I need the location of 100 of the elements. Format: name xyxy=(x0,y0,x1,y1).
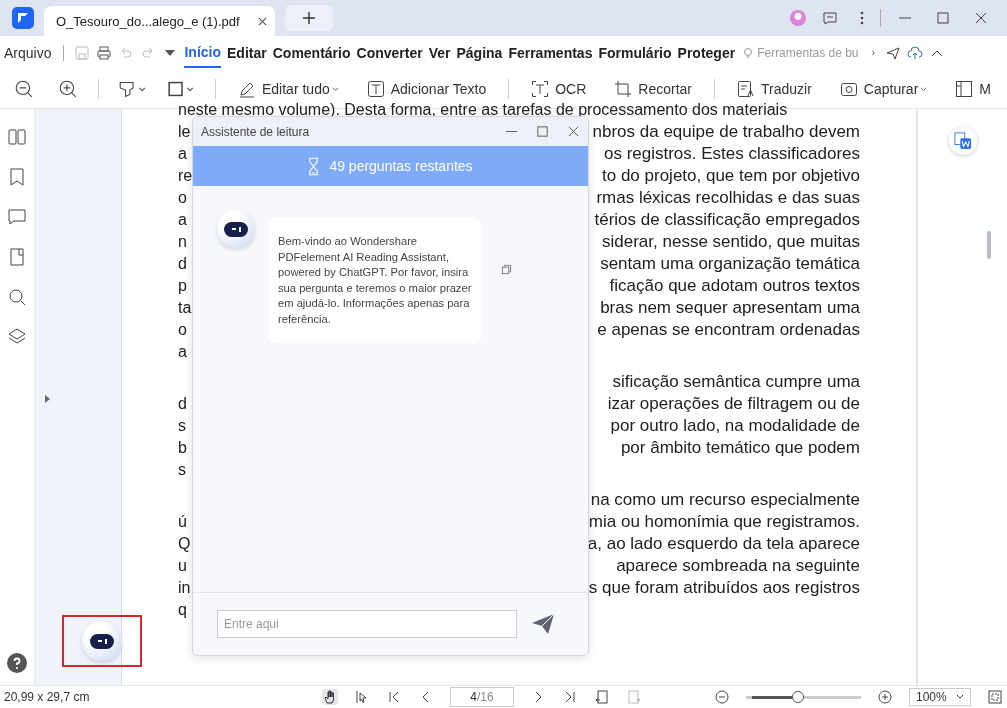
document-tab[interactable]: O_Tesouro_do...alego_e (1).pdf xyxy=(44,6,275,36)
word-document-icon xyxy=(953,132,972,150)
app-logo-icon[interactable] xyxy=(12,7,34,29)
document-text: le xyxy=(178,122,191,142)
zoom-in-icon[interactable] xyxy=(58,79,78,99)
page-size-text: 20,99 x 29,7 cm xyxy=(4,690,90,704)
translate-icon xyxy=(737,80,755,98)
document-text: d xyxy=(178,394,187,414)
toolbar-button[interactable]: Recortar xyxy=(604,76,702,102)
send-icon[interactable] xyxy=(531,613,555,635)
document-text: mia ou homonímia que registramos. xyxy=(588,511,860,533)
menu-tab[interactable]: Converter xyxy=(356,39,423,67)
menu-tab[interactable]: Proteger xyxy=(677,39,736,67)
hand-tool-icon[interactable] xyxy=(322,689,338,705)
zoom-out-icon[interactable] xyxy=(14,79,34,99)
zoom-dropdown[interactable]: 100% xyxy=(909,688,971,706)
menu-tab[interactable]: Formulário xyxy=(598,39,672,67)
maximize-icon[interactable] xyxy=(536,125,549,138)
document-text: por âmbito temático que podem xyxy=(620,437,860,459)
document-text: sificação semântica cumpre uma xyxy=(612,371,860,393)
close-icon[interactable] xyxy=(567,125,580,138)
scrollbar-thumb[interactable] xyxy=(987,231,991,259)
robot-avatar-icon xyxy=(217,210,255,248)
menu-tab[interactable]: Início xyxy=(184,38,222,68)
zoom-slider-thumb[interactable] xyxy=(791,691,804,703)
toolbar-button[interactable]: Capturar xyxy=(829,76,938,102)
dialog-title: Assistente de leitura xyxy=(201,124,311,139)
thumbnails-icon[interactable] xyxy=(7,127,27,147)
expand-panel-icon[interactable] xyxy=(45,395,50,403)
bookmark-icon[interactable] xyxy=(7,167,27,187)
close-icon[interactable] xyxy=(257,16,267,26)
upload-cloud-icon[interactable] xyxy=(907,45,924,61)
toolbar-button[interactable]: M xyxy=(945,76,1001,102)
more-icon[interactable] xyxy=(860,10,864,26)
document-text: p xyxy=(178,276,187,296)
document-text: d xyxy=(178,254,187,274)
document-text: izar operações de filtragem ou de xyxy=(607,393,860,415)
camera-icon xyxy=(839,80,858,98)
rotate-page-icon[interactable] xyxy=(594,689,610,705)
document-text: rmas léxicas recolhidas e das suas xyxy=(596,187,860,209)
document-text: térios de classificação empregados xyxy=(594,209,860,231)
document-text: u xyxy=(178,556,187,576)
new-tab-button[interactable] xyxy=(284,5,333,31)
page-number-field[interactable]: 4/16 xyxy=(450,687,514,707)
caret-icon xyxy=(331,86,339,92)
toolbar-button[interactable]: Adicionar Texto xyxy=(356,76,497,102)
document-text: Q xyxy=(178,534,191,554)
hourglass-icon xyxy=(308,156,320,176)
toolbar-button[interactable]: Editar tudo xyxy=(228,76,349,102)
copy-icon[interactable] xyxy=(501,264,512,275)
highlighter-icon[interactable] xyxy=(117,79,147,99)
help-icon[interactable] xyxy=(7,653,27,673)
attachment-icon[interactable] xyxy=(7,247,27,267)
document-text: ta xyxy=(178,298,192,318)
document-text: re xyxy=(178,166,193,186)
document-text: e apenas se encontram ordenadas xyxy=(597,319,860,341)
avatar-icon[interactable] xyxy=(790,10,806,26)
menu-tab[interactable]: Comentário xyxy=(272,39,351,67)
document-text: q xyxy=(178,600,187,620)
question-input-field[interactable]: Entre aqui xyxy=(217,610,517,638)
remaining-questions-text: 49 perguntas restantes xyxy=(329,158,473,174)
chat-message: Bem-vindo ao Wondershare PDFelement AI Reading Assistant, powered by ChatGPT. Por favor, insira sua pergunta e teremos o maior prazer em ajudá-lo. Informações apenas para referência. xyxy=(269,218,481,343)
caret-icon xyxy=(920,86,928,92)
menu-tab[interactable]: Página xyxy=(456,39,503,67)
menu-tab[interactable]: Editar xyxy=(227,39,267,67)
print-icon[interactable] xyxy=(96,45,113,61)
document-text: b xyxy=(178,438,187,458)
caret-icon xyxy=(956,694,964,700)
document-text: s que foram atribuídos aos registros xyxy=(588,577,860,599)
toolbar-button[interactable]: OCR xyxy=(521,76,597,102)
document-text: a, ao lado esquerdo da tela aparece xyxy=(587,533,860,555)
document-text: os registros. Estes classificadores xyxy=(603,143,860,165)
document-text: to do projeto, que tem por objetivo xyxy=(602,165,860,187)
document-text: neste mesmo volume). Desta forma, entre as tarefas de processamento dos materiais xyxy=(178,100,788,120)
zoom-in-icon[interactable] xyxy=(877,689,893,705)
document-text: s xyxy=(178,416,186,436)
document-text: siderar, nesse sentido, que muitas xyxy=(602,231,860,253)
document-text: s xyxy=(178,460,186,480)
document-text: por outro lado, na modalidade de xyxy=(610,415,860,437)
document-text: nbros da equipe de trabalho devem xyxy=(592,121,860,143)
document-text: o xyxy=(178,188,187,208)
fit-page-icon[interactable] xyxy=(987,689,1003,705)
comment-icon[interactable] xyxy=(7,207,27,227)
zoom-out-icon[interactable] xyxy=(714,689,730,705)
document-text: n xyxy=(178,232,187,252)
tool-search-field[interactable]: Ferramentas de bu xyxy=(741,46,866,60)
pencil-icon xyxy=(238,80,256,98)
word-convert-button[interactable] xyxy=(948,127,977,155)
document-text: o xyxy=(178,320,187,340)
menu-tab[interactable]: Ferramentas xyxy=(508,39,593,67)
document-text: sentam uma organização temática xyxy=(600,253,860,275)
message-icon[interactable] xyxy=(822,10,838,26)
ocr-icon xyxy=(531,80,550,98)
toolbar-button[interactable]: Traduzir xyxy=(727,76,822,102)
send-icon[interactable] xyxy=(885,45,902,61)
menu-tab[interactable]: Ver xyxy=(428,39,451,67)
close-icon[interactable] xyxy=(973,10,989,26)
panel-icon xyxy=(955,80,974,98)
file-menu[interactable]: Arquivo xyxy=(4,45,52,61)
search-icon[interactable] xyxy=(7,287,27,307)
